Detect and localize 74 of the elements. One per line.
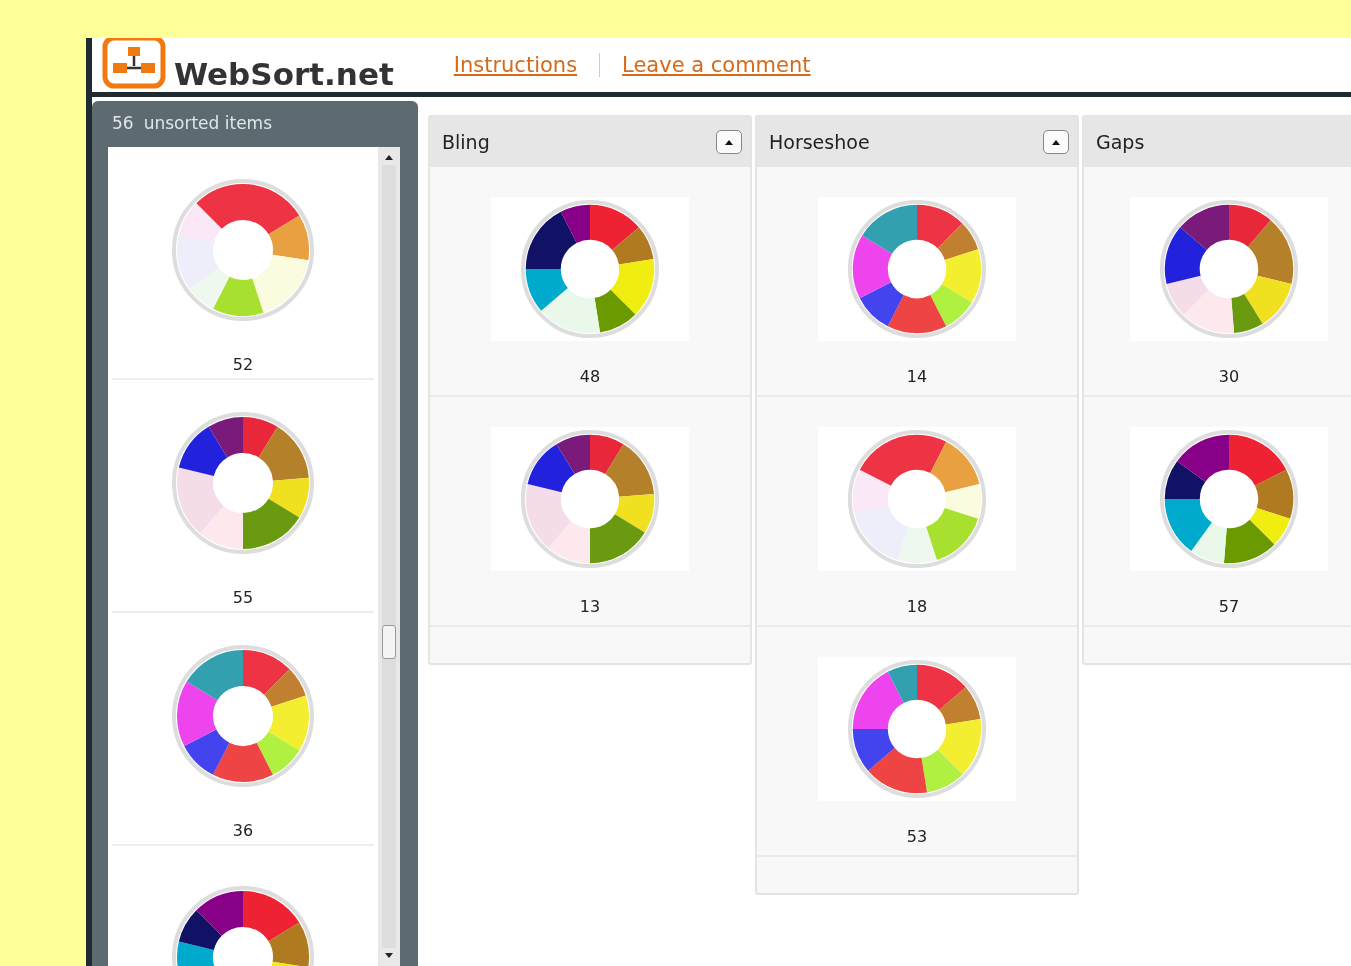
item-card[interactable]: 18: [757, 397, 1077, 627]
item-card[interactable]: 53: [757, 627, 1077, 857]
donut-slice: [930, 284, 972, 327]
group-title: Gaps: [1096, 131, 1145, 153]
donut-slice: [177, 234, 219, 289]
donut-slice: [1164, 227, 1207, 284]
item-number: 52: [232, 355, 254, 374]
item-number: 53: [906, 827, 928, 846]
scroll-down-icon[interactable]: [384, 952, 394, 960]
donut-slice: [196, 891, 243, 936]
donut-slice: [862, 204, 917, 254]
triangle-up-icon: [1051, 138, 1061, 146]
donut-slice: [527, 444, 575, 493]
donut-slice: [614, 493, 655, 533]
donut-slice: [189, 267, 230, 309]
item-card[interactable]: 55: [112, 380, 374, 613]
scrollbar[interactable]: [378, 147, 400, 966]
item-card[interactable]: 13: [430, 397, 750, 627]
donut-slice: [1180, 204, 1229, 251]
logo-text: WebSort.net: [174, 59, 394, 92]
triangle-up-icon: [724, 138, 734, 146]
donut-slice: [1249, 508, 1291, 545]
item-number: 55: [232, 588, 254, 607]
donut-slice: [256, 731, 300, 775]
donut-slice: [243, 650, 290, 695]
group-title: Bling: [442, 131, 490, 153]
donut-slice: [196, 184, 243, 229]
donut-slice: [268, 215, 309, 261]
item-card[interactable]: 14: [757, 167, 1077, 397]
donut-slice: [1177, 434, 1229, 482]
header-link[interactable]: Leave a comment: [622, 53, 811, 77]
donut-slice: [184, 729, 230, 775]
item-card[interactable]: 36: [112, 613, 374, 846]
donut-slice: [590, 514, 645, 564]
collapse-button[interactable]: [1043, 130, 1069, 154]
unsorted-label: unsorted items: [143, 113, 273, 133]
item-number: 57: [1218, 597, 1240, 616]
donut-slice: [541, 287, 601, 334]
group-title: Horseshoe: [769, 131, 870, 153]
donut-slice: [1164, 461, 1206, 499]
item-card[interactable]: 52: [112, 147, 374, 380]
item-number: 14: [906, 367, 928, 386]
header-link[interactable]: Instructions: [453, 53, 578, 77]
item-number: 36: [232, 821, 254, 840]
donut-slice: [178, 426, 228, 476]
donut-slice: [1166, 275, 1209, 315]
donut-slice: [268, 477, 309, 518]
unsorted-count: 56: [112, 113, 134, 133]
item-card[interactable]: 48: [430, 167, 750, 397]
donut-slice: [186, 650, 243, 701]
scroll-up-icon[interactable]: [384, 153, 394, 161]
donut-slice: [208, 417, 243, 458]
collapse-button[interactable]: [716, 130, 742, 154]
item-card[interactable]: 57: [1084, 397, 1351, 627]
donut-slice: [178, 203, 222, 243]
donut-slice: [556, 434, 590, 475]
item-number: 13: [579, 597, 601, 616]
scroll-thumb[interactable]: [382, 625, 396, 659]
item-card[interactable]: 30: [1084, 167, 1351, 397]
item-number: 18: [906, 597, 928, 616]
donut-slice: [1164, 499, 1212, 551]
donut-slice: [921, 749, 963, 793]
donut-slice: [859, 282, 904, 327]
item-number: 48: [579, 367, 601, 386]
donut-slice: [852, 729, 895, 771]
donut-slice: [525, 269, 568, 311]
donut-slice: [243, 891, 300, 942]
donut-slice: [594, 289, 636, 333]
donut-slice: [243, 498, 300, 549]
logo-icon: [102, 38, 166, 90]
donut-slice: [243, 184, 300, 235]
item-number: 30: [1218, 367, 1240, 386]
donut-slice: [868, 747, 928, 794]
donut-slice: [917, 204, 963, 249]
